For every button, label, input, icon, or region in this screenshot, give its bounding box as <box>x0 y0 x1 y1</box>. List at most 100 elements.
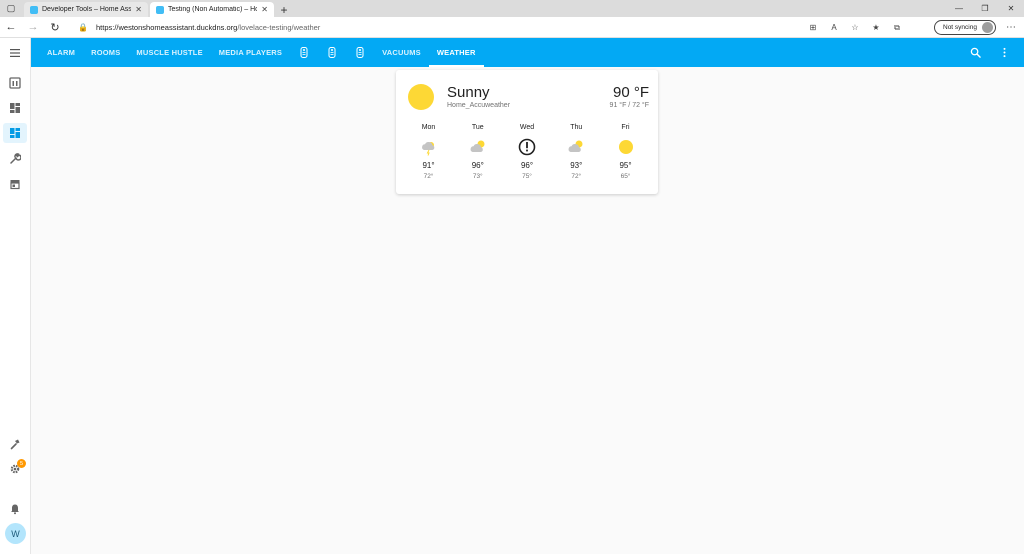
forecast-high: 96° <box>520 161 534 170</box>
favorite-star-icon[interactable]: ☆ <box>848 20 862 35</box>
sidebar-item-tools[interactable] <box>3 149 27 169</box>
browser-tab-developer-tools[interactable]: Developer Tools – Home Assista ✕ <box>24 2 148 17</box>
sidebar-item-developer-tools[interactable] <box>3 434 27 454</box>
restore-icon[interactable]: ❐ <box>972 0 998 17</box>
bell-icon <box>11 504 19 515</box>
dashboard-icon <box>10 103 20 113</box>
forecast-day: Wed 96° 75° <box>503 124 552 180</box>
browser-toolbar-icons: ⊞ A ☆ ★ ⧉ <box>806 20 904 35</box>
profile-avatar-icon <box>982 22 993 33</box>
reload-button[interactable]: ↻ <box>44 17 66 38</box>
sunny-icon <box>618 140 633 154</box>
sidebar-item-store[interactable] <box>3 174 27 194</box>
browser-tab-strip: ▢ Developer Tools – Home Assista ✕ Testi… <box>0 0 1024 17</box>
header-actions <box>969 38 1010 67</box>
user-avatar[interactable]: W <box>5 523 26 544</box>
forecast-day: Mon 91° 72° <box>404 124 453 180</box>
browser-address-bar: ← → ↻ 🔒 https://westonshomeassistant.duc… <box>0 17 1024 38</box>
tab-weather[interactable]: WEATHER <box>428 38 484 67</box>
forecast-low: 75° <box>522 173 532 180</box>
sync-label: Not syncing <box>943 24 977 31</box>
sunny-icon <box>408 84 434 110</box>
cloudy-lightning-icon <box>421 141 434 156</box>
url-host: https://westonshomeassistant.duckdns.org <box>96 23 238 32</box>
tab-title: Testing (Non Automatic) – Home <box>168 6 258 13</box>
back-button[interactable]: ← <box>0 17 22 38</box>
sidebar-item-overview[interactable] <box>3 73 27 93</box>
app-available-icon[interactable]: ⊞ <box>806 20 820 35</box>
ha-view-header: ALARM ROOMS MUSCLE HUSTLE MEDIA PLAYERS … <box>31 38 1024 67</box>
profile-sync-button[interactable]: Not syncing <box>934 20 996 35</box>
remote-icon <box>356 47 364 58</box>
notification-badge: 5 <box>17 459 26 468</box>
tab-remote-1[interactable] <box>290 38 318 67</box>
forecast-day-name: Tue <box>471 124 484 131</box>
exceptional-alert-icon <box>518 138 536 156</box>
read-aloud-icon[interactable]: A <box>827 20 841 35</box>
url-field[interactable]: 🔒 https://westonshomeassistant.duckdns.o… <box>78 20 638 35</box>
home-assistant-favicon-icon <box>30 5 38 14</box>
browser-tab-testing[interactable]: Testing (Non Automatic) – Home ✕ <box>150 2 274 17</box>
partly-cloudy-icon <box>470 140 485 152</box>
sidebar-item-notifications[interactable] <box>3 499 27 519</box>
forecast-low: 72° <box>571 173 582 180</box>
forecast-low: 72° <box>423 173 434 180</box>
weather-forecast-card[interactable]: Sunny Home_Accuweather 90 °F 91 °F / 72 … <box>396 70 658 194</box>
high-low-temperature: 91 °F / 72 °F <box>609 102 649 109</box>
close-tab-icon[interactable]: ✕ <box>261 5 268 14</box>
more-vert-icon[interactable] <box>998 47 1010 59</box>
forecast-day: Thu 93° 72° <box>552 124 601 180</box>
forecast-day-name: Mon <box>421 124 436 131</box>
close-tab-icon[interactable]: ✕ <box>135 5 142 14</box>
menu-icon[interactable] <box>3 43 27 63</box>
tab-muscle-hustle[interactable]: MUSCLE HUSTLE <box>128 38 210 67</box>
wrench-icon <box>10 153 21 164</box>
forecast-high: 91° <box>422 161 435 170</box>
forecast-day: Tue 96° 73° <box>453 124 502 180</box>
tab-remote-3[interactable] <box>346 38 374 67</box>
partly-cloudy-icon <box>568 140 583 152</box>
forecast-high: 95° <box>619 161 632 170</box>
forecast-day-name: Wed <box>519 124 535 131</box>
forecast-day-name: Thu <box>570 124 583 131</box>
current-temperature: 90 °F <box>612 84 649 101</box>
store-icon <box>10 180 20 190</box>
sidebar-item-settings[interactable]: 5 <box>3 459 27 479</box>
tab-media-players[interactable]: MEDIA PLAYERS <box>211 38 290 67</box>
hammer-icon <box>10 439 20 450</box>
dashboard-active-icon <box>10 128 20 138</box>
browser-menu-icon[interactable]: ⋯ <box>1004 20 1018 35</box>
weather-source: Home_Accuweather <box>447 102 511 109</box>
forward-button[interactable]: → <box>22 17 44 38</box>
sidebar-item-dashboard[interactable] <box>3 98 27 118</box>
sidebar-item-testing-dashboard[interactable] <box>3 123 27 143</box>
forecast-low: 73° <box>472 173 483 180</box>
url-path: /lovelace-testing/weather <box>237 23 321 32</box>
forecast-day: Fri 95° 65° <box>601 124 650 180</box>
forecast-high: 93° <box>570 161 583 170</box>
window-controls: — ❐ ✕ <box>946 0 1024 17</box>
ha-sidebar: 5 W <box>0 38 31 554</box>
favorites-icon[interactable]: ★ <box>869 20 883 35</box>
minimize-icon[interactable]: — <box>946 0 972 17</box>
tab-actions-icon[interactable]: ▢ <box>0 0 22 17</box>
forecast-day-name: Fri <box>621 124 630 131</box>
weather-condition: Sunny <box>447 84 490 101</box>
tab-vacuums[interactable]: VACUUMS <box>374 38 429 67</box>
tab-alarm[interactable]: ALARM <box>39 38 83 67</box>
lock-icon[interactable]: 🔒 <box>78 23 88 32</box>
tab-rooms[interactable]: ROOMS <box>83 38 128 67</box>
forecast-low: 65° <box>620 173 631 180</box>
forecast-row: Mon 91° 72° Tue 96° 73° Wed 96° 75° Thu … <box>404 124 650 180</box>
remote-icon <box>328 47 336 58</box>
new-tab-button[interactable]: + <box>276 2 292 17</box>
close-window-icon[interactable]: ✕ <box>998 0 1024 17</box>
remote-icon <box>300 47 308 58</box>
overview-icon <box>9 77 21 89</box>
tab-title: Developer Tools – Home Assista <box>42 6 132 13</box>
search-icon[interactable] <box>969 47 981 59</box>
collections-icon[interactable]: ⧉ <box>890 20 904 35</box>
forecast-high: 96° <box>471 161 484 170</box>
tab-remote-2[interactable] <box>318 38 346 67</box>
home-assistant-favicon-icon <box>156 5 164 14</box>
